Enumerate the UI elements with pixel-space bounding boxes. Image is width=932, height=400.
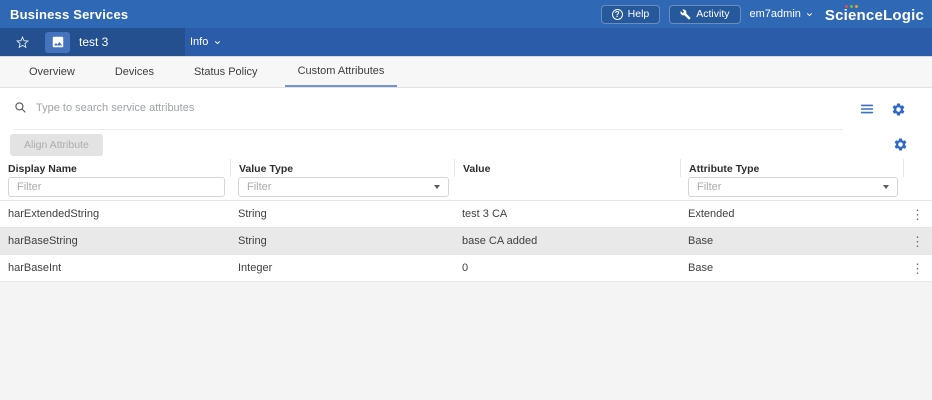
chevron-down-icon bbox=[805, 10, 814, 19]
topbar-actions: Help Activity em7admin ScienceLogic bbox=[601, 5, 924, 24]
user-name: em7admin bbox=[750, 8, 801, 20]
table-row[interactable]: harBaseInt Integer 0 Base bbox=[0, 255, 932, 282]
info-dropdown[interactable]: Info bbox=[190, 36, 222, 48]
service-name: test 3 bbox=[79, 35, 108, 49]
cell-value-type: String bbox=[230, 235, 454, 247]
tab-status-policy[interactable]: Status Policy bbox=[181, 57, 271, 87]
tab-devices[interactable]: Devices bbox=[102, 57, 167, 87]
grid-settings-gear-icon[interactable] bbox=[893, 137, 908, 152]
column-header-value-type[interactable]: Value Type bbox=[230, 159, 454, 177]
search-icon bbox=[14, 101, 27, 114]
table-row[interactable]: harBaseString String base CA added Base bbox=[0, 228, 932, 255]
cell-display-name: harBaseInt bbox=[0, 262, 230, 274]
grid-toolbar: Align Attribute bbox=[0, 130, 932, 159]
cell-value: base CA added bbox=[454, 235, 680, 247]
align-attribute-button[interactable]: Align Attribute bbox=[10, 134, 103, 156]
column-header-attribute-type[interactable]: Attribute Type bbox=[680, 159, 903, 177]
image-icon bbox=[51, 35, 65, 49]
logo-text: ScienceLogic bbox=[825, 7, 924, 24]
wrench-icon bbox=[680, 9, 691, 20]
filter-select-attribute-type[interactable]: Filter bbox=[688, 177, 898, 197]
cell-attribute-type: Base bbox=[680, 235, 903, 247]
row-actions-kebab-icon[interactable] bbox=[903, 208, 932, 221]
app-title: Business Services bbox=[10, 7, 128, 22]
search-input[interactable] bbox=[36, 102, 843, 114]
favorite-star-icon[interactable] bbox=[16, 36, 29, 49]
cell-display-name: harExtendedString bbox=[0, 208, 230, 220]
cell-display-name: harBaseString bbox=[0, 235, 230, 247]
table-header-row: Display Name Value Type Value Attribute … bbox=[0, 159, 932, 177]
service-header-bar: test 3 Info bbox=[0, 28, 932, 57]
activity-button[interactable]: Activity bbox=[669, 5, 740, 24]
row-actions-kebab-icon[interactable] bbox=[903, 235, 932, 248]
cell-attribute-type: Base bbox=[680, 262, 903, 274]
table-filter-row: Filter Filter bbox=[0, 177, 932, 201]
sciencelogic-logo: ScienceLogic bbox=[825, 5, 924, 24]
tab-bar: Overview Devices Status Policy Custom At… bbox=[0, 57, 932, 88]
help-button-label: Help bbox=[628, 8, 650, 20]
cell-value-type: String bbox=[230, 208, 454, 220]
search-settings-gear-icon[interactable] bbox=[891, 102, 906, 117]
filter-select-value-type[interactable]: Filter bbox=[238, 177, 449, 197]
service-thumbnail bbox=[45, 32, 70, 53]
cell-value: test 3 CA bbox=[454, 208, 680, 220]
search-row bbox=[0, 88, 932, 130]
cell-attribute-type: Extended bbox=[680, 208, 903, 220]
topbar: Business Services Help Activity em7admin… bbox=[0, 0, 932, 28]
logo-dots bbox=[845, 5, 858, 8]
search-field[interactable] bbox=[14, 88, 843, 130]
info-dropdown-label: Info bbox=[190, 36, 208, 48]
table-row[interactable]: harExtendedString String test 3 CA Exten… bbox=[0, 201, 932, 228]
page-background-filler bbox=[0, 282, 932, 400]
list-view-toggle-icon[interactable] bbox=[860, 103, 874, 115]
column-header-value[interactable]: Value bbox=[454, 159, 680, 177]
column-header-display-name[interactable]: Display Name bbox=[0, 159, 230, 177]
filter-input-display-name[interactable] bbox=[8, 177, 225, 197]
user-menu[interactable]: em7admin bbox=[750, 8, 814, 20]
cell-value: 0 bbox=[454, 262, 680, 274]
filter-select-placeholder: Filter bbox=[247, 181, 271, 193]
activity-button-label: Activity bbox=[696, 8, 729, 20]
service-identity: test 3 bbox=[0, 28, 185, 56]
tab-custom-attributes[interactable]: Custom Attributes bbox=[285, 57, 398, 87]
filter-select-placeholder: Filter bbox=[697, 181, 721, 193]
tab-overview[interactable]: Overview bbox=[16, 57, 88, 87]
column-header-actions bbox=[903, 159, 932, 177]
dropdown-caret-icon bbox=[434, 185, 440, 189]
row-actions-kebab-icon[interactable] bbox=[903, 262, 932, 275]
cell-value-type: Integer bbox=[230, 262, 454, 274]
dropdown-caret-icon bbox=[883, 185, 889, 189]
chevron-down-icon bbox=[213, 38, 222, 47]
help-icon bbox=[612, 9, 623, 20]
help-button[interactable]: Help bbox=[601, 5, 661, 24]
